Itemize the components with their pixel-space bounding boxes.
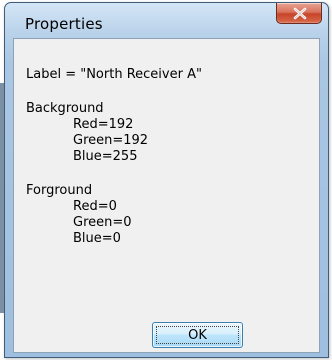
close-button[interactable] bbox=[276, 3, 322, 24]
focus-rectangle bbox=[156, 326, 239, 344]
background-green: Green=192 bbox=[73, 133, 149, 148]
properties-dialog: Properties Label = "North Receiver A" Ba… bbox=[0, 2, 329, 358]
ok-button[interactable]: OK bbox=[152, 322, 243, 348]
background-red: Red=192 bbox=[73, 117, 134, 132]
foreground-red: Red=0 bbox=[73, 199, 117, 214]
background-heading: Background bbox=[26, 101, 104, 116]
foreground-heading: Forground bbox=[26, 183, 93, 198]
background-blue: Blue=255 bbox=[73, 149, 138, 164]
label-text: Label = "North Receiver A" bbox=[26, 67, 202, 82]
foreground-green: Green=0 bbox=[73, 215, 132, 230]
title-bar[interactable]: Properties bbox=[5, 3, 328, 37]
dialog-title: Properties bbox=[25, 15, 103, 33]
close-x-icon bbox=[293, 7, 307, 20]
foreground-blue: Blue=0 bbox=[73, 231, 121, 246]
window-edge-shade bbox=[0, 83, 4, 313]
dialog-content: Label = "North Receiver A" Background Re… bbox=[13, 38, 320, 353]
